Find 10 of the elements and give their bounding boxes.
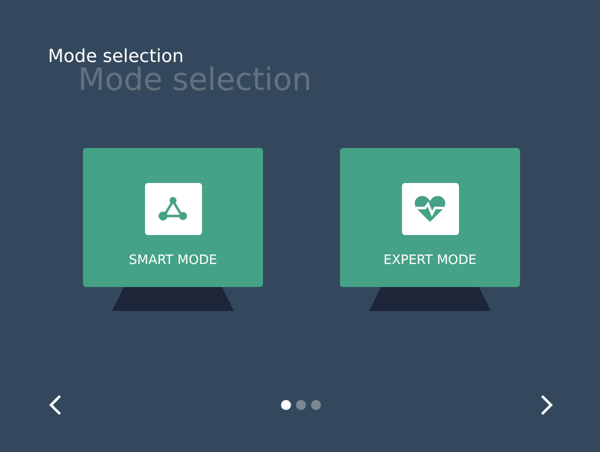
next-arrow-icon[interactable] [540,394,554,416]
page-dot[interactable] [281,400,291,410]
heartbeat-icon [414,195,446,223]
page-dot[interactable] [311,400,321,410]
network-icon [158,196,188,222]
mode-card[interactable]: EXPERT MODE [340,148,520,287]
page-dot[interactable] [296,400,306,410]
mode-card[interactable]: SMART MODE [83,148,263,287]
previous-arrow-icon[interactable] [48,394,62,416]
screen-title: Mode selection [48,45,184,67]
